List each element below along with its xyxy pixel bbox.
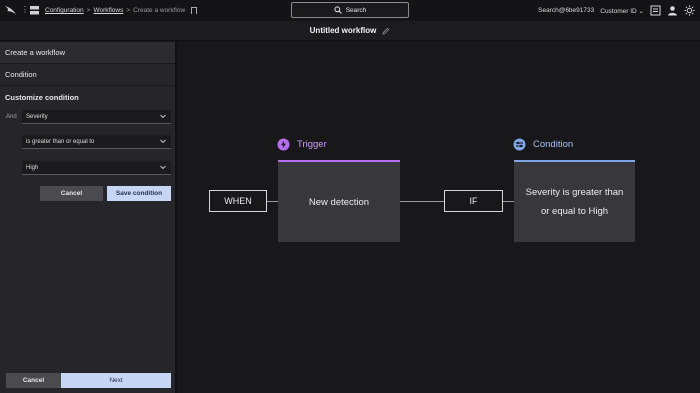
chevron-down-icon: ⌄ <box>638 7 644 15</box>
condition-node-header: Condition <box>513 138 573 151</box>
search-icon <box>334 6 342 14</box>
user-account-label[interactable]: Search@6be91733 <box>538 7 594 14</box>
customer-id-label: Customer ID <box>600 7 637 15</box>
chevron-down-icon <box>160 139 166 144</box>
customize-condition-heading: Customize condition <box>0 86 175 108</box>
sidebar-section-label: Condition <box>5 70 37 79</box>
next-button[interactable]: Next <box>61 373 171 388</box>
search-button[interactable]: Search <box>291 2 409 18</box>
and-label: And <box>6 114 17 120</box>
condition-icon <box>513 138 526 151</box>
connector-line <box>267 201 278 202</box>
falcon-logo-icon[interactable] <box>4 4 17 16</box>
trigger-title: Trigger <box>297 139 327 150</box>
breadcrumb: Configuration > Workflows > Create a wor… <box>45 7 198 14</box>
workflow-title[interactable]: Untitled workflow <box>310 26 377 35</box>
save-condition-button[interactable]: Save condition <box>107 186 171 201</box>
search-label: Search <box>345 6 367 14</box>
user-icon[interactable] <box>667 5 678 16</box>
top-bar: ⋮ Configuration > Workflows > Create a w… <box>0 0 700 21</box>
breadcrumb-workflows[interactable]: Workflows <box>93 7 123 14</box>
condition-value-select[interactable]: High <box>22 161 171 175</box>
notes-icon[interactable] <box>650 5 661 16</box>
chevron-down-icon <box>160 165 166 170</box>
if-label: IF <box>444 190 503 212</box>
condition-field-select[interactable]: Severity <box>22 110 171 124</box>
breadcrumb-current: Create a workflow <box>133 7 186 14</box>
connector-line <box>503 201 514 202</box>
trigger-node-header: Trigger <box>277 138 327 151</box>
customize-condition-text: Customize condition <box>5 92 79 102</box>
top-right-controls: Search@6be91733 Customer ID ⌄ <box>538 5 695 16</box>
trigger-node-text: New detection <box>308 196 370 208</box>
bookmark-icon[interactable] <box>191 7 198 14</box>
condition-field-value: Severity <box>26 113 48 120</box>
condition-node-text: Severity is greater than or equal to Hig… <box>525 187 624 217</box>
lightning-icon <box>277 138 290 151</box>
footer-cancel-button[interactable]: Cancel <box>6 373 61 388</box>
condition-operator-value: is greater than or equal to <box>26 138 95 145</box>
condition-title: Condition <box>533 139 574 150</box>
sidebar-step-title: Create a workflow <box>0 42 175 64</box>
condition-node-card[interactable]: Severity is greater than or equal to Hig… <box>514 160 635 242</box>
chevron-down-icon <box>160 114 166 119</box>
connector-line <box>400 201 444 202</box>
theme-sun-icon[interactable] <box>684 5 695 16</box>
condition-operator-select[interactable]: is greater than or equal to <box>22 135 171 149</box>
sidebar-step-title-text: Create a workflow <box>5 48 66 57</box>
trigger-node-card[interactable]: New detection <box>278 160 400 242</box>
breadcrumb-separator: > <box>126 7 131 14</box>
edit-pencil-icon[interactable] <box>382 27 390 35</box>
workflow-sidebar: Create a workflow Condition Customize co… <box>0 42 177 393</box>
app-grid-icon[interactable] <box>30 6 39 15</box>
workflow-title-bar: Untitled workflow <box>0 21 700 41</box>
sidebar-section-condition[interactable]: Condition <box>0 64 175 86</box>
customer-id-dropdown[interactable]: Customer ID ⌄ <box>600 7 644 15</box>
more-dots-icon[interactable]: ⋮ <box>21 5 29 14</box>
condition-value-value: High <box>26 164 39 171</box>
breadcrumb-separator: > <box>86 7 91 14</box>
breadcrumb-configuration[interactable]: Configuration <box>45 7 84 14</box>
cancel-condition-button[interactable]: Cancel <box>40 186 103 201</box>
when-label: WHEN <box>209 190 267 212</box>
